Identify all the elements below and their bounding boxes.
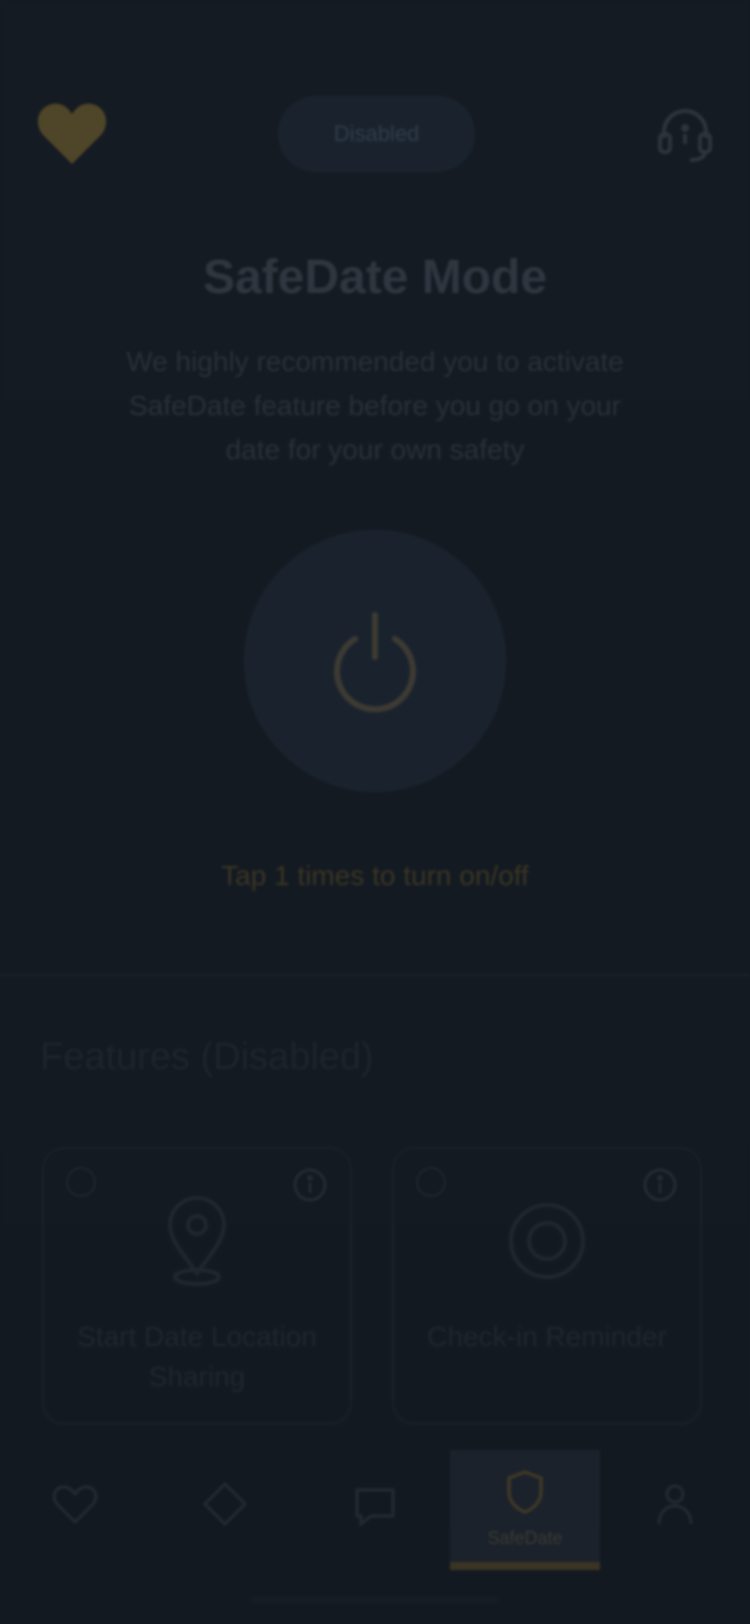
page-description: We highly recommended you to activate Sa… bbox=[126, 346, 624, 465]
bottom-nav: SafeDate bbox=[0, 1450, 750, 1570]
person-icon bbox=[657, 1484, 693, 1525]
location-pin-icon bbox=[167, 1196, 227, 1286]
headset-icon[interactable] bbox=[654, 104, 716, 166]
feature-card-label: Start Date Location Sharing bbox=[77, 1321, 317, 1392]
tap-hint: Tap 1 times to turn on/off bbox=[221, 860, 529, 891]
status-pill[interactable]: Disabled bbox=[278, 96, 475, 172]
feature-card-check-in-reminder[interactable]: Check-in Reminder bbox=[392, 1147, 702, 1425]
divider bbox=[0, 974, 750, 976]
nav-label: SafeDate bbox=[487, 1528, 563, 1548]
feature-card-location-sharing[interactable]: Start Date Location Sharing bbox=[42, 1147, 352, 1425]
target-icon bbox=[509, 1203, 585, 1279]
home-indicator bbox=[250, 1596, 500, 1604]
feature-radio[interactable] bbox=[416, 1167, 446, 1197]
info-icon[interactable] bbox=[292, 1167, 328, 1203]
feature-card-label: Check-in Reminder bbox=[427, 1321, 667, 1352]
safedate-screen: Disabled SafeDate Mode We highly recomme… bbox=[0, 0, 750, 1624]
power-icon bbox=[334, 612, 416, 713]
chat-icon bbox=[355, 1488, 395, 1528]
active-indicator bbox=[450, 1562, 600, 1570]
nav-item-matches[interactable] bbox=[0, 1450, 150, 1570]
features-title: Features (Disabled) bbox=[40, 1036, 374, 1078]
nav-item-discover[interactable] bbox=[150, 1450, 300, 1570]
page-title: SafeDate Mode bbox=[202, 251, 548, 304]
status-label: Disabled bbox=[333, 121, 420, 146]
info-icon[interactable] bbox=[642, 1167, 678, 1203]
heart-icon bbox=[36, 100, 108, 166]
nav-item-profile[interactable] bbox=[600, 1450, 750, 1570]
power-toggle-button[interactable] bbox=[244, 530, 506, 792]
diamond-icon bbox=[202, 1481, 248, 1527]
heart-outline-icon bbox=[52, 1485, 98, 1525]
shield-icon bbox=[507, 1470, 543, 1514]
feature-radio[interactable] bbox=[66, 1167, 96, 1197]
nav-item-safedate[interactable]: SafeDate bbox=[450, 1450, 600, 1570]
nav-item-chat[interactable] bbox=[300, 1450, 450, 1570]
